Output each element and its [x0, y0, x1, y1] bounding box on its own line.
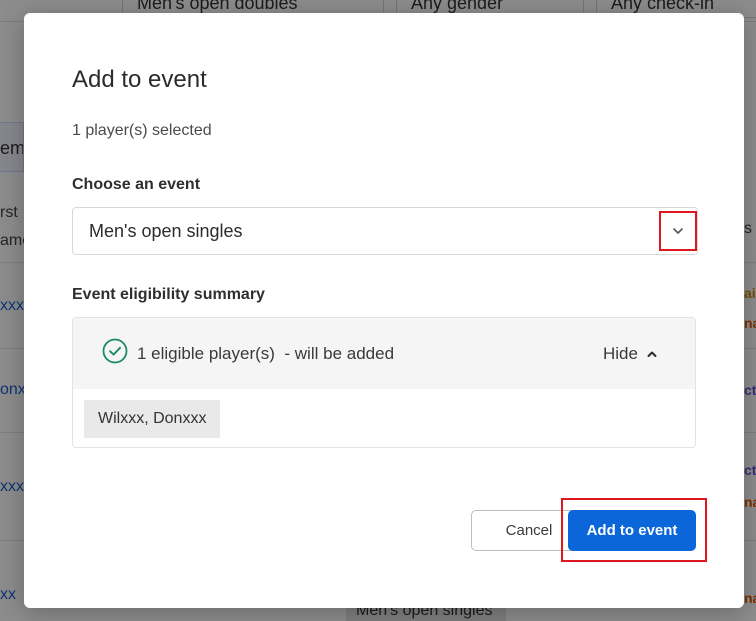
eligible-player-chip: Wilxxx, Donxxx — [84, 400, 221, 438]
add-to-event-dialog: Add to event 1 player(s) selected Choose… — [24, 13, 744, 608]
chevron-up-icon — [647, 351, 657, 357]
choose-event-label: Choose an event — [72, 176, 201, 193]
selected-count: 1 player(s) selected — [72, 122, 212, 139]
eligible-players-text: 1 eligible player(s) - will be added — [137, 344, 395, 363]
hide-toggle-button[interactable]: Hide — [603, 342, 658, 366]
event-select[interactable]: Men's open singles — [72, 207, 698, 255]
chevron-down-icon[interactable] — [659, 211, 697, 251]
eligibility-summary-header: 1 eligible player(s) - will be added Hid… — [73, 318, 695, 389]
hide-toggle-label: Hide — [603, 344, 638, 363]
eligibility-summary-label: Event eligibility summary — [72, 286, 265, 303]
dialog-title: Add to event — [72, 66, 207, 93]
add-to-event-button[interactable]: Add to event — [568, 510, 696, 551]
check-circle-icon — [102, 338, 128, 364]
eligibility-summary-panel: 1 eligible player(s) - will be added Hid… — [72, 317, 696, 448]
event-select-value: Men's open singles — [89, 221, 243, 241]
